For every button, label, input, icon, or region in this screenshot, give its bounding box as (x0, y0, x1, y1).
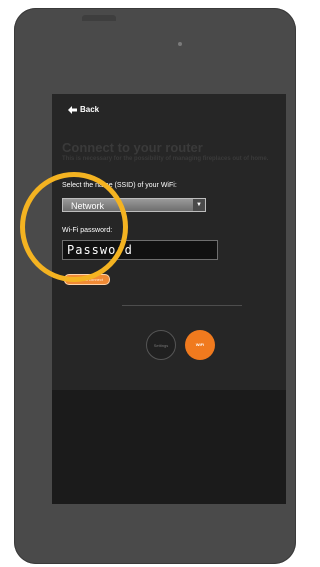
page-title: Connect to your router (62, 140, 203, 155)
ssid-select[interactable]: Network ▼ (62, 198, 206, 212)
settings-button[interactable]: Settings (146, 330, 176, 360)
divider (122, 305, 242, 306)
wifi-button[interactable]: WiFi (185, 330, 215, 360)
bottom-area (52, 390, 286, 504)
back-label: Back (80, 105, 100, 114)
app-screen: Back Connect to your router This is nece… (52, 94, 286, 504)
password-field[interactable]: Password (62, 240, 218, 260)
page-subtitle: This is necessary for the possibility of… (62, 156, 269, 162)
power-button (82, 15, 116, 21)
back-button[interactable]: Back (68, 105, 99, 114)
back-arrow-icon (68, 105, 77, 114)
ssid-value: Network (71, 201, 105, 211)
camera-dot (178, 42, 182, 46)
password-label: Wi-Fi password: (62, 227, 113, 234)
dropdown-arrow-icon: ▼ (193, 199, 205, 211)
tablet-device: Back Connect to your router This is nece… (14, 8, 296, 564)
save-and-connect-button[interactable]: Save and connect (64, 274, 110, 285)
ssid-label: Select the name (SSID) of your WiFi: (62, 182, 177, 189)
